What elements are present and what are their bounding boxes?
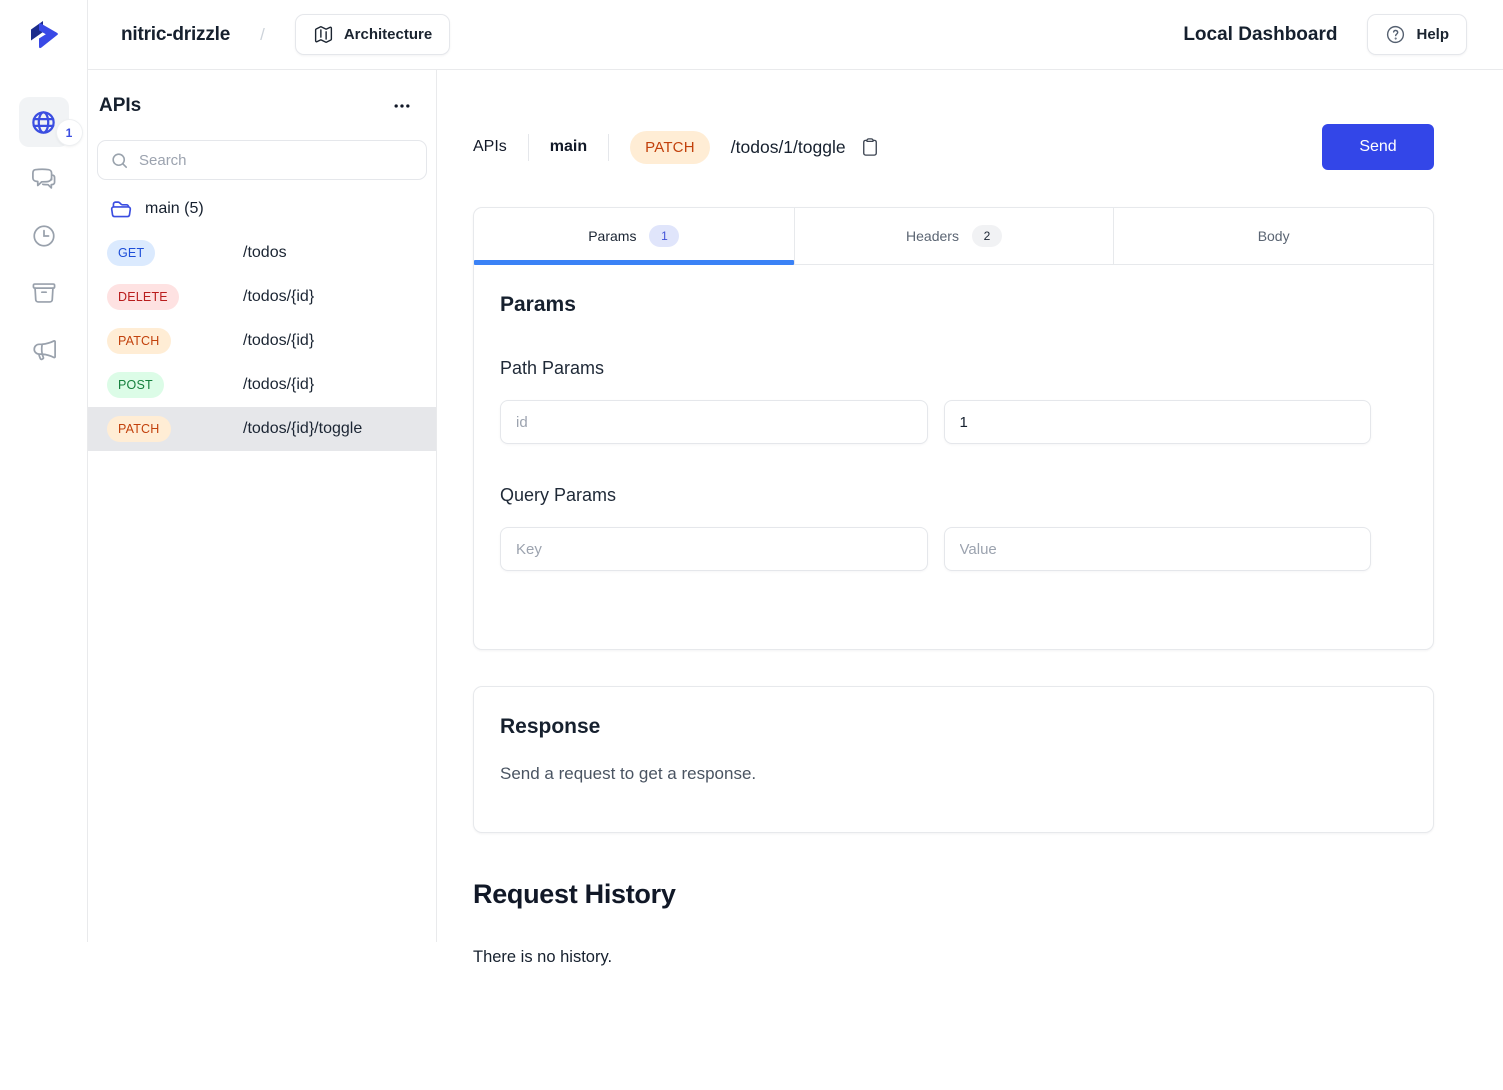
topbar: nitric-drizzle / Architecture Local Dash… bbox=[88, 0, 1503, 70]
endpoint-row[interactable]: POST /todos/{id} bbox=[88, 363, 436, 407]
api-folder-main[interactable]: main (5) bbox=[88, 187, 436, 231]
help-button[interactable]: Help bbox=[1367, 14, 1467, 55]
sidebar-menu-button[interactable] bbox=[388, 92, 416, 120]
endpoint-path: /todos/{id} bbox=[243, 332, 314, 350]
architecture-button-label: Architecture bbox=[344, 26, 432, 43]
endpoint-path: /todos/{id} bbox=[243, 288, 314, 306]
folder-open-icon bbox=[110, 198, 132, 220]
tab-body-label: Body bbox=[1258, 228, 1290, 244]
rail-item-storage[interactable] bbox=[19, 268, 69, 318]
params-panel: Params Path Params Query Params bbox=[474, 265, 1433, 649]
search-input[interactable] bbox=[139, 152, 414, 169]
tab-body[interactable]: Body bbox=[1113, 208, 1433, 264]
endpoint-path: /todos bbox=[243, 244, 287, 262]
request-bar: APIs main PATCH /todos/1/toggle Send bbox=[473, 124, 1434, 170]
nitric-logo-icon bbox=[26, 17, 62, 53]
map-icon bbox=[313, 24, 334, 45]
divider bbox=[608, 134, 609, 161]
method-badge: GET bbox=[107, 240, 155, 266]
sidebar-title: APIs bbox=[99, 95, 141, 117]
copy-path-button[interactable] bbox=[858, 135, 882, 159]
path-param-key-input[interactable] bbox=[500, 400, 928, 444]
method-badge: POST bbox=[107, 372, 164, 398]
endpoint-row[interactable]: GET /todos bbox=[88, 231, 436, 275]
help-button-label: Help bbox=[1416, 26, 1449, 43]
project-name: nitric-drizzle bbox=[121, 24, 230, 46]
endpoint-path: /todos/{id} bbox=[243, 376, 314, 394]
query-param-row bbox=[500, 527, 1371, 571]
path-param-value-input[interactable] bbox=[944, 400, 1372, 444]
topbar-right: Local Dashboard Help bbox=[1183, 14, 1467, 55]
sidebar-header: APIs bbox=[88, 92, 436, 120]
divider bbox=[528, 134, 529, 161]
request-card: Params 1 Headers 2 Body bbox=[473, 207, 1434, 650]
tab-headers[interactable]: Headers 2 bbox=[794, 208, 1114, 264]
endpoint-row-selected[interactable]: PATCH /todos/{id}/toggle bbox=[88, 407, 436, 451]
megaphone-icon bbox=[31, 337, 57, 363]
history-empty-message: There is no history. bbox=[473, 948, 1434, 967]
request-path: /todos/1/toggle bbox=[731, 137, 846, 158]
dashboard-title: Local Dashboard bbox=[1183, 24, 1337, 46]
ellipsis-icon bbox=[392, 96, 412, 116]
rail-item-announcements[interactable] bbox=[19, 325, 69, 375]
rail-item-apis[interactable]: 1 bbox=[19, 97, 69, 147]
method-badge: PATCH bbox=[107, 416, 171, 442]
request-tabs: Params 1 Headers 2 Body bbox=[474, 208, 1433, 265]
path-params-title: Path Params bbox=[500, 358, 1407, 379]
right-column: nitric-drizzle / Architecture Local Dash… bbox=[88, 0, 1503, 967]
method-badge: DELETE bbox=[107, 284, 179, 310]
tab-headers-badge: 2 bbox=[972, 225, 1002, 247]
tab-headers-label: Headers bbox=[906, 228, 959, 244]
search-icon bbox=[110, 151, 129, 170]
request-method-badge: PATCH bbox=[630, 131, 710, 164]
tab-params-label: Params bbox=[588, 228, 636, 244]
globe-icon bbox=[30, 109, 57, 136]
api-count-badge: 1 bbox=[57, 120, 82, 145]
icon-rail: 1 bbox=[0, 0, 88, 942]
main-panel: APIs main PATCH /todos/1/toggle Send bbox=[437, 70, 1503, 967]
clipboard-icon bbox=[860, 137, 880, 157]
archive-box-icon bbox=[31, 280, 57, 306]
response-card: Response Send a request to get a respons… bbox=[473, 686, 1434, 833]
breadcrumb-api: main bbox=[550, 138, 587, 156]
clock-icon bbox=[31, 223, 57, 249]
endpoint-row[interactable]: PATCH /todos/{id} bbox=[88, 319, 436, 363]
chat-bubbles-icon bbox=[31, 166, 57, 192]
apis-sidebar: APIs main bbox=[88, 70, 437, 942]
params-title: Params bbox=[500, 293, 1407, 317]
endpoint-path: /todos/{id}/toggle bbox=[243, 420, 362, 438]
path-param-row bbox=[500, 400, 1371, 444]
query-params-title: Query Params bbox=[500, 485, 1407, 506]
api-folder-label: main (5) bbox=[145, 200, 204, 218]
sidebar-search bbox=[97, 140, 427, 180]
response-title: Response bbox=[500, 715, 1407, 739]
tab-params[interactable]: Params 1 bbox=[474, 208, 794, 264]
nitric-logo bbox=[26, 16, 62, 54]
rail-item-history[interactable] bbox=[19, 211, 69, 261]
content-area: APIs main bbox=[88, 70, 1503, 967]
send-button[interactable]: Send bbox=[1322, 124, 1434, 170]
breadcrumb-root: APIs bbox=[473, 138, 507, 156]
request-history-title: Request History bbox=[473, 879, 1434, 910]
breadcrumb-separator: / bbox=[260, 25, 265, 45]
tab-params-badge: 1 bbox=[649, 225, 679, 247]
method-badge: PATCH bbox=[107, 328, 171, 354]
endpoint-row[interactable]: DELETE /todos/{id} bbox=[88, 275, 436, 319]
app-root: 1 nitric- bbox=[0, 0, 1503, 967]
query-param-value-input[interactable] bbox=[944, 527, 1372, 571]
query-param-key-input[interactable] bbox=[500, 527, 928, 571]
question-circle-icon bbox=[1385, 24, 1406, 45]
architecture-button[interactable]: Architecture bbox=[295, 14, 450, 55]
rail-item-chat[interactable] bbox=[19, 154, 69, 204]
response-empty-message: Send a request to get a response. bbox=[500, 764, 1407, 784]
